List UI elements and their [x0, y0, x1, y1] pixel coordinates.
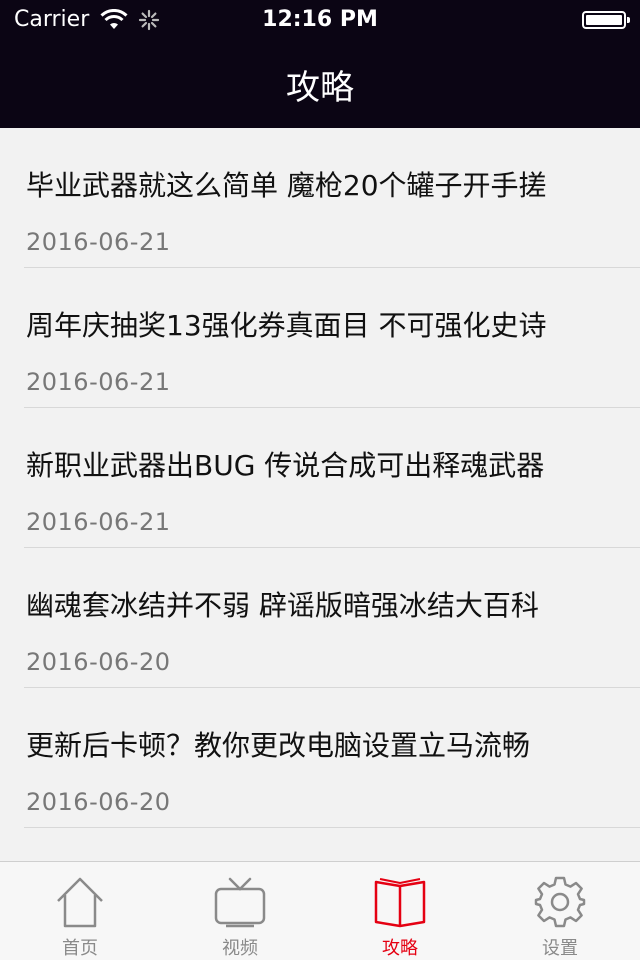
tab-home-label: 首页: [62, 938, 98, 959]
navigation-bar: Carrier 12:16 PM 攻略: [0, 0, 640, 128]
article-row[interactable]: 毕业武器就这么简单 魔枪20个罐子开手搓 2016-06-21: [24, 128, 640, 268]
tab-settings[interactable]: 设置: [480, 862, 640, 960]
article-row[interactable]: 周年庆抽奖13强化券真面目 不可强化史诗 2016-06-21: [24, 268, 640, 408]
page-title: 攻略: [286, 68, 354, 108]
article-date: 2016-06-20: [26, 648, 171, 676]
tab-home[interactable]: 首页: [0, 862, 160, 960]
tab-video[interactable]: 视频: [160, 862, 320, 960]
article-row[interactable]: 新职业武器出BUG 传说合成可出释魂武器 2016-06-21: [24, 408, 640, 548]
article-title: 毕业武器就这么简单 魔枪20个罐子开手搓: [26, 169, 547, 202]
status-time: 12:16 PM: [262, 7, 378, 32]
article-date: 2016-06-21: [26, 228, 171, 256]
article-list: 毕业武器就这么简单 魔枪20个罐子开手搓 2016-06-21 周年庆抽奖13强…: [0, 128, 640, 828]
article-row[interactable]: 幽魂套冰结并不弱 辟谣版暗强冰结大百科 2016-06-20: [24, 548, 640, 688]
article-title: 更新后卡顿？教你更改电脑设置立马流畅: [26, 729, 531, 762]
tv-icon: [214, 877, 266, 928]
gear-icon: [534, 876, 586, 928]
tab-guide[interactable]: 攻略: [320, 862, 480, 960]
article-title: 新职业武器出BUG 传说合成可出释魂武器: [26, 449, 545, 482]
status-bar: Carrier 12:16 PM: [0, 0, 640, 40]
tab-guide-label: 攻略: [382, 938, 418, 959]
tab-settings-label: 设置: [542, 938, 578, 959]
article-title: 幽魂套冰结并不弱 辟谣版暗强冰结大百科: [26, 589, 539, 622]
article-title: 周年庆抽奖13强化券真面目 不可强化史诗: [26, 309, 547, 342]
article-date: 2016-06-21: [26, 508, 171, 536]
home-icon: [57, 877, 103, 928]
tab-video-label: 视频: [222, 938, 258, 959]
article-date: 2016-06-21: [26, 368, 171, 396]
article-row[interactable]: 更新后卡顿？教你更改电脑设置立马流畅 2016-06-20: [24, 688, 640, 828]
book-icon: [374, 878, 426, 928]
battery-icon: [582, 11, 630, 29]
article-date: 2016-06-20: [26, 788, 171, 816]
tab-bar: 首页 视频 攻略 设置: [0, 861, 640, 960]
